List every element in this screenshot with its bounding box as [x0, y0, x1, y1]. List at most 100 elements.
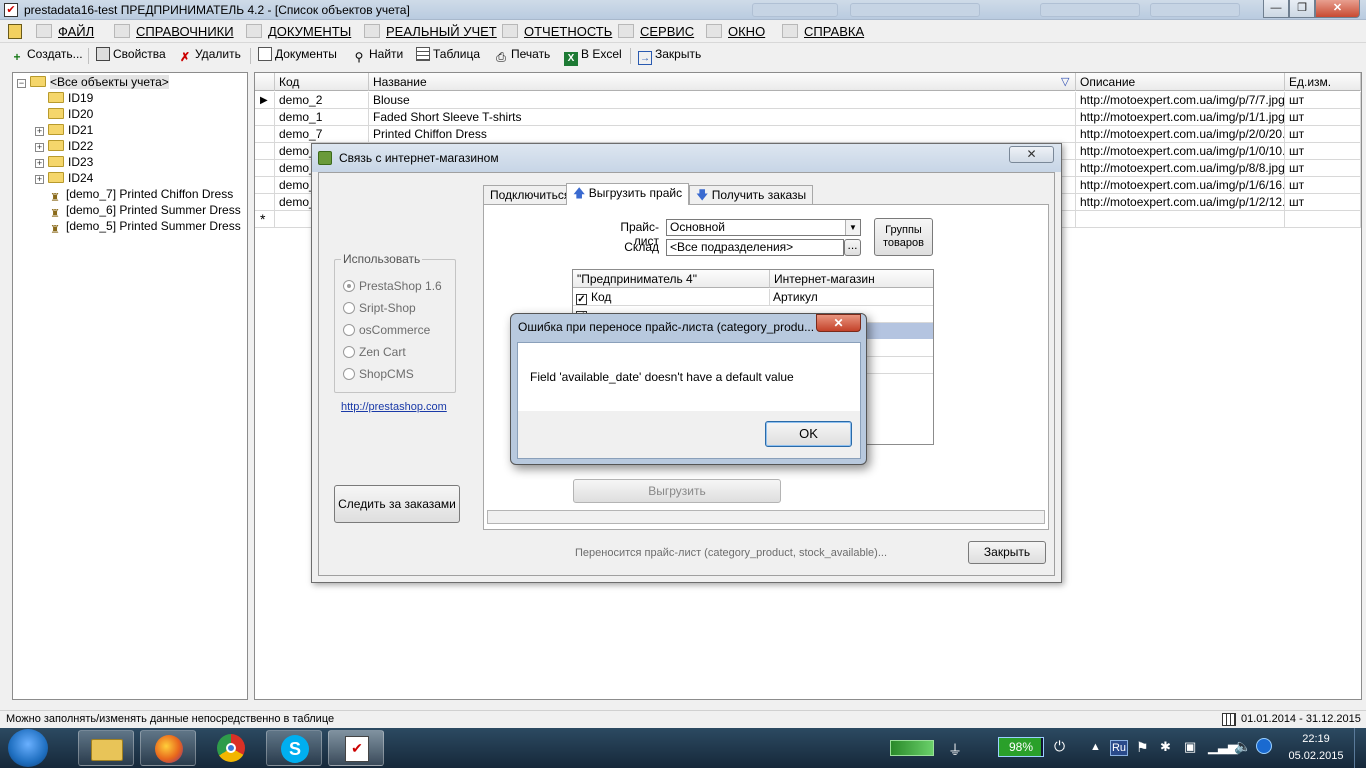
cell-description[interactable]: http://motoexpert.com.ua/img/p/7/7.jpg — [1076, 92, 1285, 109]
period-range[interactable]: 01.01.2014 - 31.12.2015 — [1241, 713, 1361, 725]
dropdown-arrow-icon[interactable]: ▼ — [845, 220, 860, 235]
documents-button[interactable]: Документы — [258, 47, 337, 61]
volume-icon[interactable]: 🔈 — [1234, 738, 1251, 755]
clock-time[interactable]: 22:19 — [1284, 733, 1348, 745]
maximize-button[interactable]: ❐ — [1289, 0, 1315, 18]
tab-connect[interactable]: Подключиться — [483, 185, 578, 205]
platform-radio[interactable]: PrestaShop 1.6 — [343, 276, 442, 296]
product-groups-button[interactable]: Группы товаров — [874, 218, 933, 256]
row-indicator[interactable] — [255, 160, 275, 177]
tree-node-id19[interactable]: ID19 — [35, 90, 241, 106]
cell-name[interactable]: Faded Short Sleeve T-shirts — [369, 109, 1076, 126]
menu-file[interactable]: ФАЙЛ — [36, 24, 94, 39]
find-button[interactable]: ⚲ Найти — [352, 47, 404, 64]
menu-window[interactable]: ОКНО — [706, 24, 765, 39]
tab-get-orders[interactable]: 🡇 Получить заказы — [689, 185, 814, 205]
excel-button[interactable]: XВ Excel — [564, 47, 622, 66]
cell-unit[interactable]: шт — [1285, 160, 1361, 177]
show-desktop-button[interactable] — [1354, 728, 1366, 768]
platform-radio[interactable]: Sript-Shop — [343, 298, 442, 318]
minimize-button[interactable]: — — [1263, 0, 1289, 18]
cell-unit[interactable] — [1285, 211, 1361, 228]
app-menu-icon[interactable] — [8, 24, 22, 39]
start-button-icon[interactable] — [8, 729, 48, 767]
table-button[interactable]: Таблица — [416, 47, 480, 61]
table-row[interactable]: demo_7 Printed Chiffon Dress http://motoex… — [255, 126, 1361, 143]
cell-code[interactable]: demo_2 — [275, 92, 369, 109]
tree-leaf[interactable]: ♜ [demo_6] Printed Summer Dress — [35, 202, 241, 220]
tree-leaf[interactable]: ♜ [demo_5] Printed Summer Dress — [35, 218, 241, 236]
cell-unit[interactable]: шт — [1285, 143, 1361, 160]
expand-icon[interactable]: + — [35, 175, 44, 184]
tab-export-price[interactable]: 🡅 Выгрузить прайс — [566, 183, 690, 205]
row-indicator[interactable] — [255, 109, 275, 126]
menu-service[interactable]: СЕРВИС — [618, 24, 694, 39]
tree-node-id20[interactable]: ID20 — [35, 106, 241, 122]
object-tree[interactable]: − <Все объекты учета> ID19 ID20 + ID21 + ID… — [12, 72, 248, 700]
pricelist-select[interactable]: Основной ▼ — [666, 219, 861, 236]
radio-icon[interactable] — [343, 302, 355, 314]
tree-leaf[interactable]: ♜ [demo_7] Printed Chiffon Dress — [35, 186, 241, 204]
platform-radio[interactable]: Zen Cart — [343, 342, 442, 362]
track-orders-button[interactable]: Следить за заказами — [334, 485, 460, 523]
clock-date[interactable]: 05.02.2015 — [1284, 750, 1348, 762]
close-dialog-button[interactable]: Закрыть — [968, 541, 1046, 564]
tree-node-id21[interactable]: + ID21 — [35, 122, 241, 138]
prestashop-link[interactable]: http://prestashop.com — [341, 401, 447, 413]
wifi-antenna-icon[interactable]: ⏚ — [948, 740, 962, 760]
collapse-icon[interactable]: − — [17, 79, 26, 88]
cell-description[interactable]: http://motoexpert.com.ua/img/p/1/6/16.jp — [1076, 177, 1285, 194]
delete-button[interactable]: ✗ Удалить — [178, 47, 241, 64]
print-button[interactable]: ⎙ Печать — [494, 47, 550, 64]
expand-icon[interactable]: + — [35, 159, 44, 168]
cell-code[interactable]: demo_7 — [275, 126, 369, 143]
row-indicator[interactable] — [255, 143, 275, 160]
power-plug-icon[interactable]: ⏻ — [1054, 738, 1065, 755]
row-indicator[interactable] — [255, 194, 275, 211]
menu-real-accounting[interactable]: РЕАЛЬНЫЙ УЧЕТ — [364, 24, 497, 39]
cell-description[interactable]: http://motoexpert.com.ua/img/p/1/2/12.jp — [1076, 194, 1285, 211]
row-indicator[interactable] — [255, 126, 275, 143]
taskbar-chrome[interactable] — [203, 730, 259, 766]
language-indicator[interactable]: Ru — [1110, 740, 1128, 756]
row-indicator[interactable]: * — [255, 211, 275, 228]
radio-icon[interactable] — [343, 368, 355, 380]
radio-selected-icon[interactable] — [343, 280, 355, 292]
cell-unit[interactable]: шт — [1285, 109, 1361, 126]
warehouse-field[interactable]: <Все подразделения> — [666, 239, 844, 256]
close-window-button[interactable]: ✕ — [1315, 0, 1360, 18]
table-row[interactable]: ▶ demo_2 Blouse http://motoexpert.com.ua/im… — [255, 92, 1361, 109]
column-code[interactable]: Код — [275, 73, 369, 91]
properties-button[interactable]: Свойства — [96, 47, 166, 61]
devices-icon[interactable]: ✱ — [1160, 739, 1171, 755]
window-titlebar[interactable]: ✔ prestadata16-test ПРЕДПРИНИМАТЕЛЬ 4.2 … — [0, 0, 1366, 20]
display-icon[interactable]: ▣ — [1184, 739, 1196, 755]
create-button[interactable]: + Создать... — [10, 47, 82, 64]
ok-button[interactable]: OK — [765, 421, 852, 447]
platform-radio[interactable]: osCommerce — [343, 320, 442, 340]
tree-node-id22[interactable]: + ID22 — [35, 138, 241, 154]
cell-description[interactable]: http://motoexpert.com.ua/img/p/8/8.jpg — [1076, 160, 1285, 177]
calendar-icon[interactable] — [1222, 713, 1236, 726]
cell-unit[interactable]: шт — [1285, 126, 1361, 143]
mapping-row[interactable]: ✓ Код Артикул — [573, 289, 933, 306]
warehouse-browse-button[interactable]: ... — [844, 239, 861, 256]
cell-code[interactable]: demo_1 — [275, 109, 369, 126]
update-icon[interactable] — [1256, 738, 1272, 754]
dialog-close-button[interactable]: ✕ — [1009, 146, 1054, 163]
sort-desc-icon[interactable]: ▽ — [1061, 75, 1069, 88]
cell-description[interactable] — [1076, 211, 1285, 228]
cell-name[interactable]: Printed Chiffon Dress — [369, 126, 1076, 143]
table-row[interactable]: demo_1 Faded Short Sleeve T-shirts http://… — [255, 109, 1361, 126]
menu-reports[interactable]: ОТЧЕТНОСТЬ — [502, 24, 612, 39]
row-indicator[interactable] — [255, 177, 275, 194]
tray-expand-icon[interactable]: ▲ — [1090, 741, 1101, 753]
network-meter-icon[interactable] — [890, 740, 934, 756]
menu-documents[interactable]: ДОКУМЕНТЫ — [246, 24, 351, 39]
taskbar-predprinimatel[interactable]: ✔ — [328, 730, 384, 766]
cell-description[interactable]: http://motoexpert.com.ua/img/p/1/1.jpg — [1076, 109, 1285, 126]
platform-radio[interactable]: ShopCMS — [343, 364, 442, 384]
error-close-button[interactable]: ✕ — [816, 314, 861, 332]
checkbox-checked-icon[interactable]: ✓ — [576, 294, 587, 305]
column-description[interactable]: Описание — [1076, 73, 1285, 91]
